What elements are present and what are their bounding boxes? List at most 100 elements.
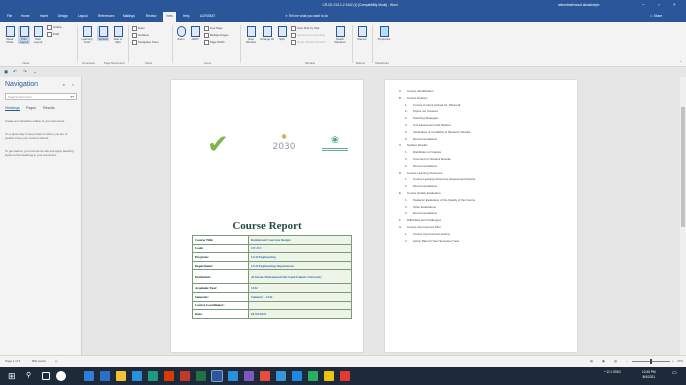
field-value[interactable]: Summer - 1442	[248, 291, 352, 302]
powerpoint-icon[interactable]	[180, 371, 190, 381]
tab-headings[interactable]: Headings	[5, 106, 20, 111]
toc-item[interactable]: 1. Course Learning Outcomes Assessment Re…	[399, 176, 569, 183]
edge-icon[interactable]	[84, 371, 94, 381]
vertical-button[interactable]: Vertical	[97, 26, 109, 42]
toc-item[interactable]: 3. Recommendations	[399, 163, 569, 170]
outline-button[interactable]: Outline	[47, 25, 62, 30]
navigation-pane-checkbox[interactable]: Navigation Pane	[132, 40, 159, 45]
toc-item[interactable]: 2. Action Plan for Next Semester/ Year	[399, 238, 569, 245]
tell-me-search[interactable]: ☀ Tell me what you want to do	[285, 14, 328, 18]
field-value[interactable]: Reinforced Concrete Design	[248, 235, 352, 245]
acrobat-icon[interactable]	[340, 371, 350, 381]
app-icon-blue[interactable]	[276, 371, 286, 381]
read-mode-view-icon[interactable]: ▤	[590, 359, 593, 363]
pane-options-icon[interactable]: ▾	[63, 83, 65, 87]
tab-layout[interactable]: Layout	[78, 14, 88, 18]
print-layout-button[interactable]: Print Layout	[18, 26, 30, 45]
mail-icon[interactable]	[132, 371, 142, 381]
gridlines-checkbox[interactable]: Gridlines	[132, 33, 149, 38]
field-value[interactable]: CE 213	[248, 243, 352, 254]
app-icon-green-2[interactable]	[308, 371, 318, 381]
toc-item[interactable]: 2. Topics not Covered	[399, 108, 569, 115]
clock[interactable]: 12:45 PM 8/4/2021	[642, 370, 656, 379]
close-button[interactable]: ×	[673, 2, 676, 8]
read-mode-button[interactable]: Read Mode	[4, 26, 16, 44]
toc-item[interactable]: 3. Recommendations	[399, 210, 569, 217]
new-window-button[interactable]: New Window	[244, 26, 258, 44]
word-count[interactable]: 800 words	[32, 359, 46, 363]
toc-item[interactable]: 6. Recommendations	[399, 136, 569, 143]
restore-button[interactable]: ▫	[658, 2, 660, 8]
account-name[interactable]: ahmedmahmoud alkutaimiyin	[558, 3, 599, 7]
app-icon-blue-2[interactable]	[292, 371, 302, 381]
app-icon-orange[interactable]	[164, 371, 174, 381]
reset-window-position-button[interactable]: Reset Window Position	[291, 40, 326, 45]
zoom-button[interactable]: Zoom	[175, 26, 187, 41]
zoom-out-icon[interactable]: –	[626, 359, 628, 363]
tab-mailings[interactable]: Mailings	[123, 14, 135, 18]
field-value[interactable]: 1442	[248, 283, 352, 293]
search-document-input[interactable]: Search document ⌕▾	[5, 93, 77, 100]
system-tray[interactable]: ^ ⊡ ◊ ENG	[604, 370, 621, 374]
close-pane-icon[interactable]: ×	[72, 83, 74, 87]
toc-item[interactable]: 1. Course Improvement Actions	[399, 231, 569, 238]
save-icon[interactable]: ▣	[4, 69, 8, 75]
search-icon[interactable]: ⌕▾	[70, 94, 74, 99]
tab-references[interactable]: References	[98, 14, 114, 18]
properties-button[interactable]: Properties	[375, 26, 393, 41]
field-value[interactable]: Civil Engineering	[248, 252, 352, 262]
tab-results[interactable]: Results	[43, 106, 55, 110]
field-value[interactable]: Civil Engineering Department	[248, 260, 352, 271]
tab-insert[interactable]: Insert	[40, 14, 48, 18]
zoom-slider-knob[interactable]	[650, 359, 652, 364]
toc-item[interactable]: 4. Unit Assessment and Method	[399, 122, 569, 129]
field-value[interactable]	[248, 300, 352, 311]
search-icon[interactable]: ⚲	[26, 371, 36, 381]
app-icon-green[interactable]	[148, 371, 158, 381]
outlook-icon[interactable]	[228, 371, 238, 381]
toc-item[interactable]: 2. Recommendations	[399, 183, 569, 190]
file-explorer-icon[interactable]	[116, 371, 126, 381]
toc-item[interactable]: 2. Other Evaluations	[399, 204, 569, 211]
macros-button[interactable]: Macros	[355, 26, 369, 41]
vertical-scrollbar[interactable]	[680, 77, 686, 355]
tab-home[interactable]: Home	[21, 14, 30, 18]
multiple-pages-button[interactable]: Multiple Pages	[204, 33, 228, 38]
zoom-100-button[interactable]: 100%	[189, 26, 201, 41]
tab-help[interactable]: Help	[183, 14, 190, 18]
print-layout-view-icon[interactable]: ▣	[602, 359, 605, 363]
ruler-checkbox[interactable]: Ruler	[132, 26, 145, 31]
tab-pages[interactable]: Pages	[26, 106, 36, 110]
toc-item[interactable]: F. Difficulties and Challenges	[399, 217, 569, 224]
one-page-button[interactable]: One Page	[204, 26, 223, 31]
toc-item[interactable]: 1. Course Content (Actual Vs. Planned)	[399, 102, 569, 109]
toc-item[interactable]: 2. Comment on Student Results	[399, 156, 569, 163]
redo-icon[interactable]: ↷	[23, 69, 27, 75]
synchronous-scrolling-button[interactable]: Synchronous Scrolling	[291, 33, 325, 38]
share-button[interactable]: ⚇ Share	[650, 14, 662, 18]
learning-tools-button[interactable]: Learning Tools	[80, 26, 94, 44]
toc-item[interactable]: 5. Verification of Credibility of Student…	[399, 129, 569, 136]
tab-review[interactable]: Review	[146, 14, 156, 18]
toc-item[interactable]: G. Course Improvement Plan	[399, 224, 569, 231]
tab-file[interactable]: File	[7, 14, 12, 18]
draft-button[interactable]: Draft	[47, 32, 59, 37]
web-layout-button[interactable]: Web Layout	[32, 26, 44, 44]
switch-windows-button[interactable]: Switch Windows	[332, 26, 348, 44]
store-icon[interactable]	[100, 371, 110, 381]
arrange-all-button[interactable]: Arrange All	[260, 26, 274, 41]
toc-item[interactable]: 1. Students' Evaluation of the Quality of…	[399, 197, 569, 204]
zoom-in-icon[interactable]: +	[672, 359, 674, 363]
start-button[interactable]: ⊞	[8, 371, 16, 381]
toc-item[interactable]: 3. Teaching Strategies	[399, 115, 569, 122]
word-icon[interactable]	[211, 370, 223, 382]
toc-item[interactable]: D. Course Learning Outcomes	[399, 170, 569, 177]
excel-icon[interactable]	[196, 371, 206, 381]
scrollbar-thumb[interactable]	[681, 107, 685, 227]
collapse-ribbon-icon[interactable]: ⌃	[679, 60, 682, 65]
customize-toolbar-icon[interactable]: ⌄	[33, 69, 37, 75]
zoom-level[interactable]: 70%	[677, 359, 683, 363]
view-side-by-side-button[interactable]: View Side by Side	[291, 26, 320, 31]
split-button[interactable]: Split	[276, 26, 288, 41]
field-value[interactable]: 04-08-2021	[248, 309, 352, 319]
